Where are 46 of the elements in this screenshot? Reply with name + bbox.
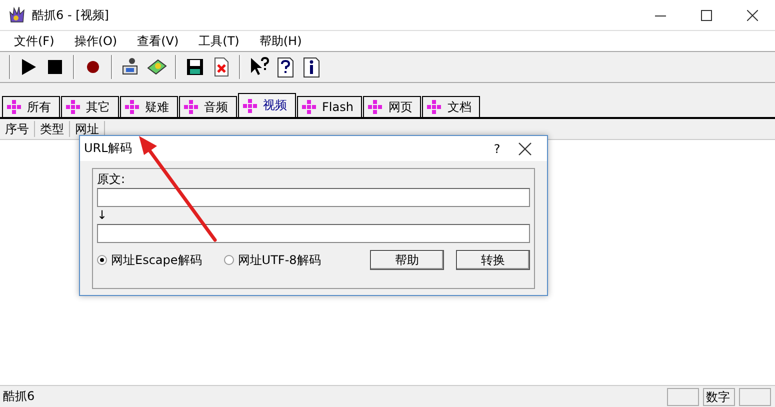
status-text: 酷抓6 xyxy=(2,388,36,405)
diamond-icon xyxy=(125,100,139,114)
help-button[interactable]: ? xyxy=(477,142,517,156)
tab[interactable]: 其它 xyxy=(61,96,119,117)
status-panel xyxy=(667,388,699,406)
radio-option[interactable]: 网址Escape解码 xyxy=(97,252,202,268)
menu-item[interactable]: 操作(O) xyxy=(66,32,126,50)
menu-item[interactable]: 文件(F) xyxy=(6,32,62,50)
dialog-button[interactable]: 转换 xyxy=(456,250,530,270)
tab[interactable]: 音频 xyxy=(179,96,237,117)
radio-option[interactable]: 网址UTF-8解码 xyxy=(224,252,321,268)
arrow-label: ↓ xyxy=(97,207,108,224)
close-icon[interactable] xyxy=(746,10,758,20)
dialog-button[interactable]: 帮助 xyxy=(370,250,444,270)
tab[interactable]: Flash xyxy=(297,96,362,117)
save-icon[interactable] xyxy=(184,56,206,78)
app-icon xyxy=(8,6,26,24)
diamond-icon xyxy=(184,100,198,114)
source-field[interactable] xyxy=(97,188,530,207)
tab[interactable]: 网页 xyxy=(363,96,422,117)
maximize-icon[interactable] xyxy=(700,10,712,20)
status-panel xyxy=(739,388,771,406)
diamond-icon xyxy=(427,100,442,114)
diamond-icon xyxy=(66,100,80,114)
result-field[interactable] xyxy=(97,224,530,243)
diamond-icon xyxy=(7,100,21,114)
diamond-icon xyxy=(368,100,382,114)
pointer-help-icon[interactable] xyxy=(248,56,270,78)
radio-icon[interactable] xyxy=(97,255,107,265)
tab[interactable]: 所有 xyxy=(2,96,60,117)
source-label: 原文: xyxy=(97,171,126,188)
column-header[interactable]: 序号 xyxy=(0,121,35,137)
tab[interactable]: 视频 xyxy=(238,93,296,117)
column-header[interactable]: 类型 xyxy=(35,121,70,137)
close-icon[interactable] xyxy=(517,140,533,156)
status-panel: 数字 xyxy=(703,388,735,406)
tab[interactable]: 文档 xyxy=(422,96,480,117)
diamond-icon xyxy=(302,100,316,114)
menu-item[interactable]: 帮助(H) xyxy=(251,32,310,50)
dialog-title: URL解码 xyxy=(84,140,133,157)
window-title: 酷抓6 - [视频] xyxy=(32,6,110,24)
menu-item[interactable]: 查看(V) xyxy=(129,32,187,50)
diamond-icon xyxy=(243,98,257,112)
tab[interactable]: 疑难 xyxy=(120,96,178,117)
radio-icon[interactable] xyxy=(224,255,234,265)
menu-item[interactable]: 工具(T) xyxy=(190,32,248,50)
